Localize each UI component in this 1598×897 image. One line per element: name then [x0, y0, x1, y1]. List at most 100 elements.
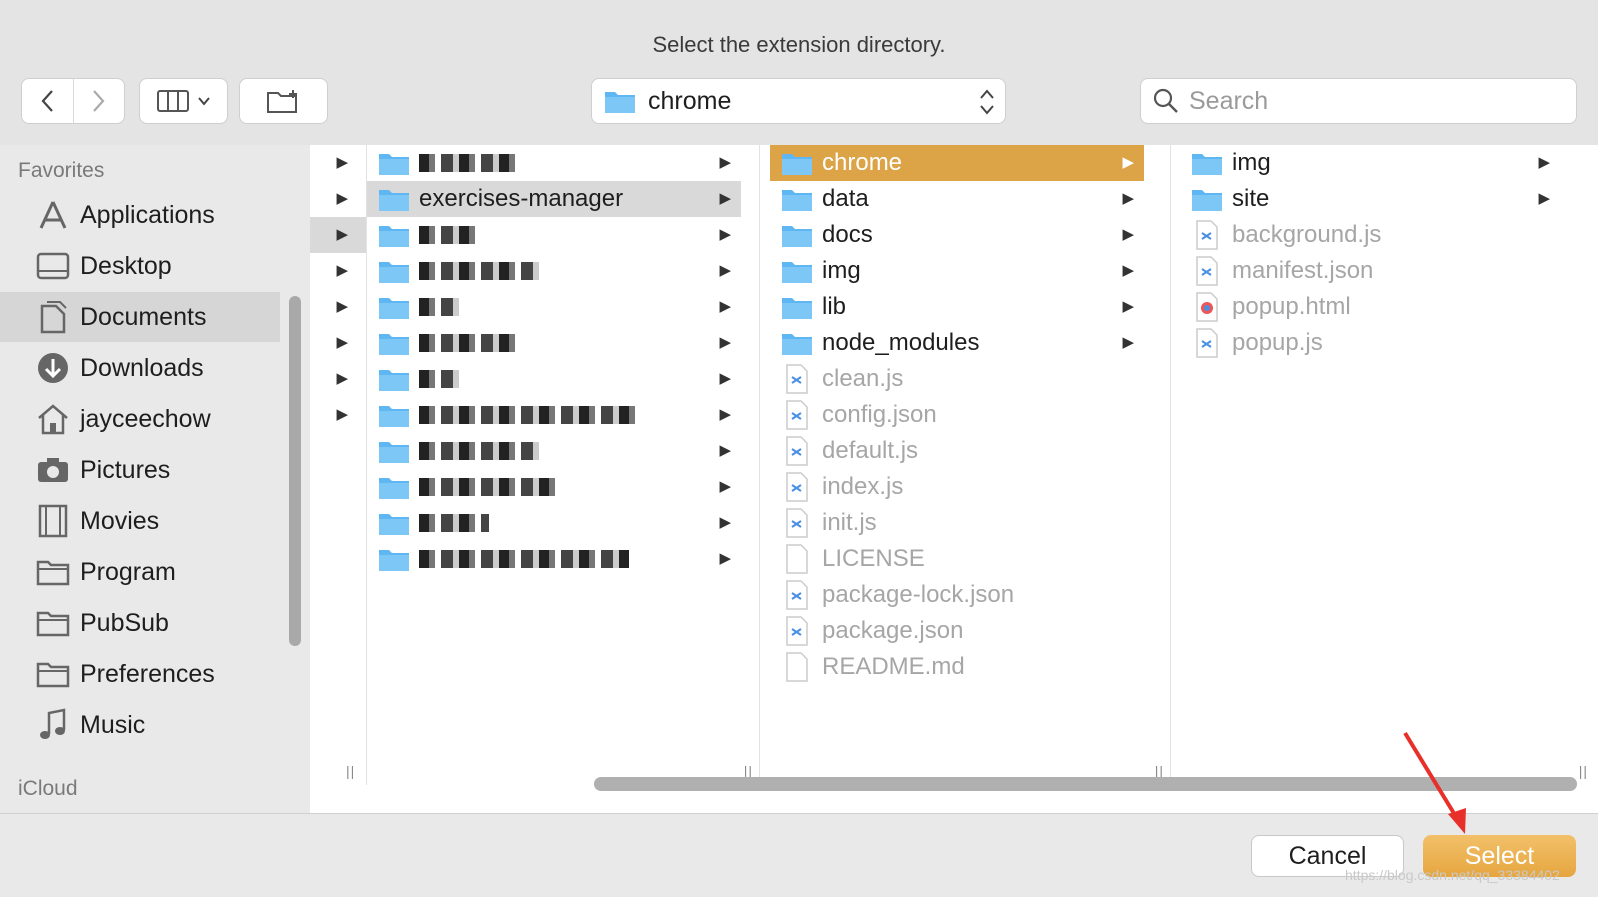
sidebar-item-music[interactable]: Music — [0, 700, 280, 750]
list-item[interactable]: ▶ — [367, 361, 741, 397]
list-item[interactable]: ▶ — [310, 253, 366, 289]
list-item[interactable]: popup.html — [1180, 289, 1560, 325]
list-item[interactable]: ▶ — [310, 145, 366, 181]
item-label: docs — [822, 221, 873, 248]
list-item[interactable]: node_modules ▶ — [770, 325, 1144, 361]
obscured-name — [419, 406, 639, 424]
list-item[interactable]: ▶ — [310, 181, 366, 217]
list-item[interactable]: ▶ — [367, 145, 741, 181]
sidebar-item-pictures[interactable]: Pictures — [0, 445, 280, 495]
vscode-file-icon — [780, 472, 814, 502]
path-popup[interactable]: chrome — [591, 78, 1006, 124]
list-item[interactable]: ▶ — [367, 397, 741, 433]
sidebar-item-program[interactable]: Program — [0, 547, 280, 597]
sidebar-item-movies[interactable]: Movies — [0, 496, 280, 546]
column-resize-handle[interactable]: || — [1579, 763, 1588, 779]
vscode-file-icon — [1190, 256, 1224, 286]
sidebar-scrollbar[interactable] — [289, 296, 301, 646]
folder-icon — [780, 149, 814, 177]
sidebar-item-label: jayceechow — [80, 404, 211, 433]
vscode-file-icon — [780, 400, 814, 430]
list-item[interactable]: ▶ — [367, 541, 741, 577]
item-label: init.js — [822, 509, 877, 536]
list-item[interactable]: site ▶ — [1180, 181, 1560, 217]
list-item[interactable]: ▶ — [367, 253, 741, 289]
list-item[interactable]: exercises-manager ▶ — [367, 181, 741, 217]
view-mode-button[interactable] — [139, 78, 228, 124]
list-item[interactable]: package.json — [770, 613, 1144, 649]
folder-icon — [377, 437, 411, 465]
folder-icon — [780, 329, 814, 357]
list-item[interactable]: ▶ — [367, 325, 741, 361]
favorites-header: Favorites — [18, 159, 105, 182]
column-resize-handle[interactable]: || — [346, 763, 355, 779]
list-item[interactable]: ▶ — [367, 469, 741, 505]
list-item[interactable]: popup.js — [1180, 325, 1560, 361]
item-label: manifest.json — [1232, 257, 1374, 284]
obscured-name — [419, 154, 519, 172]
music-icon — [35, 707, 71, 743]
list-item[interactable]: README.md — [770, 649, 1144, 685]
folder-icon — [377, 257, 411, 285]
folder-icon — [780, 257, 814, 285]
list-item[interactable]: ▶ — [367, 505, 741, 541]
list-item[interactable]: init.js — [770, 505, 1144, 541]
search-field[interactable]: Search — [1140, 78, 1577, 124]
sidebar-item-desktop[interactable]: Desktop — [0, 241, 280, 291]
sidebar-item-downloads[interactable]: Downloads — [0, 343, 280, 393]
list-item[interactable]: ▶ — [310, 217, 366, 253]
list-item[interactable]: manifest.json — [1180, 253, 1560, 289]
obscured-name — [419, 442, 539, 460]
list-item[interactable]: ▶ — [367, 289, 741, 325]
sidebar-item-applications[interactable]: Applications — [0, 190, 280, 240]
chevron-right-icon — [92, 90, 105, 112]
disclosure-arrow-icon: ▶ — [719, 514, 731, 531]
sidebar-item-pubsub[interactable]: PubSub — [0, 598, 280, 648]
list-item[interactable]: img ▶ — [1180, 145, 1560, 181]
item-label: default.js — [822, 437, 919, 464]
list-item[interactable]: ▶ — [310, 289, 366, 325]
sidebar-item-label: Desktop — [80, 251, 172, 280]
path-label: chrome — [648, 86, 732, 115]
list-item[interactable]: ▶ — [367, 433, 741, 469]
list-item[interactable]: docs ▶ — [770, 217, 1144, 253]
sidebar-item-documents[interactable]: Documents — [0, 292, 280, 342]
updown-chevron-icon — [980, 89, 994, 115]
list-item[interactable]: ▶ — [367, 217, 741, 253]
folder-icon — [377, 401, 411, 429]
sidebar-item-preferences[interactable]: Preferences — [0, 649, 280, 699]
list-item[interactable]: chrome ▶ — [770, 145, 1144, 181]
downloads-icon — [35, 350, 71, 386]
folder-icon — [377, 221, 411, 249]
disclosure-arrow-icon: ▶ — [1122, 262, 1134, 279]
search-icon — [1153, 88, 1178, 113]
list-item[interactable]: lib ▶ — [770, 289, 1144, 325]
list-item[interactable]: default.js — [770, 433, 1144, 469]
sidebar-item-home[interactable]: jayceechow — [0, 394, 280, 444]
list-item[interactable]: ▶ — [310, 325, 366, 361]
new-folder-button[interactable] — [239, 78, 328, 124]
disclosure-arrow-icon: ▶ — [719, 298, 731, 315]
dialog-toolbar: Select the extension directory. chrome S… — [0, 0, 1598, 146]
item-label: img — [1232, 149, 1271, 176]
folder-icon — [780, 293, 814, 321]
forward-button[interactable] — [73, 79, 124, 123]
list-item[interactable]: config.json — [770, 397, 1144, 433]
list-item[interactable]: index.js — [770, 469, 1144, 505]
list-item[interactable]: ▶ — [310, 397, 366, 433]
folder-icon — [780, 221, 814, 249]
list-item[interactable]: LICENSE — [770, 541, 1144, 577]
disclosure-arrow-icon: ▶ — [1122, 298, 1134, 315]
list-item[interactable]: img ▶ — [770, 253, 1144, 289]
item-label: package-lock.json — [822, 581, 1015, 608]
list-item[interactable]: clean.js — [770, 361, 1144, 397]
disclosure-arrow-icon: ▶ — [719, 334, 731, 351]
list-item[interactable]: background.js — [1180, 217, 1560, 253]
list-item[interactable]: data ▶ — [770, 181, 1144, 217]
item-label: clean.js — [822, 365, 904, 392]
column-1: || ▶ exercises-manager ▶ ▶ ▶ ▶ ▶ ▶ ▶ ▶ ▶ ▶ ▶ — [367, 145, 760, 785]
back-button[interactable] — [22, 79, 73, 123]
list-item[interactable]: package-lock.json — [770, 577, 1144, 613]
list-item[interactable]: ▶ — [310, 361, 366, 397]
vscode-file-icon — [780, 616, 814, 646]
